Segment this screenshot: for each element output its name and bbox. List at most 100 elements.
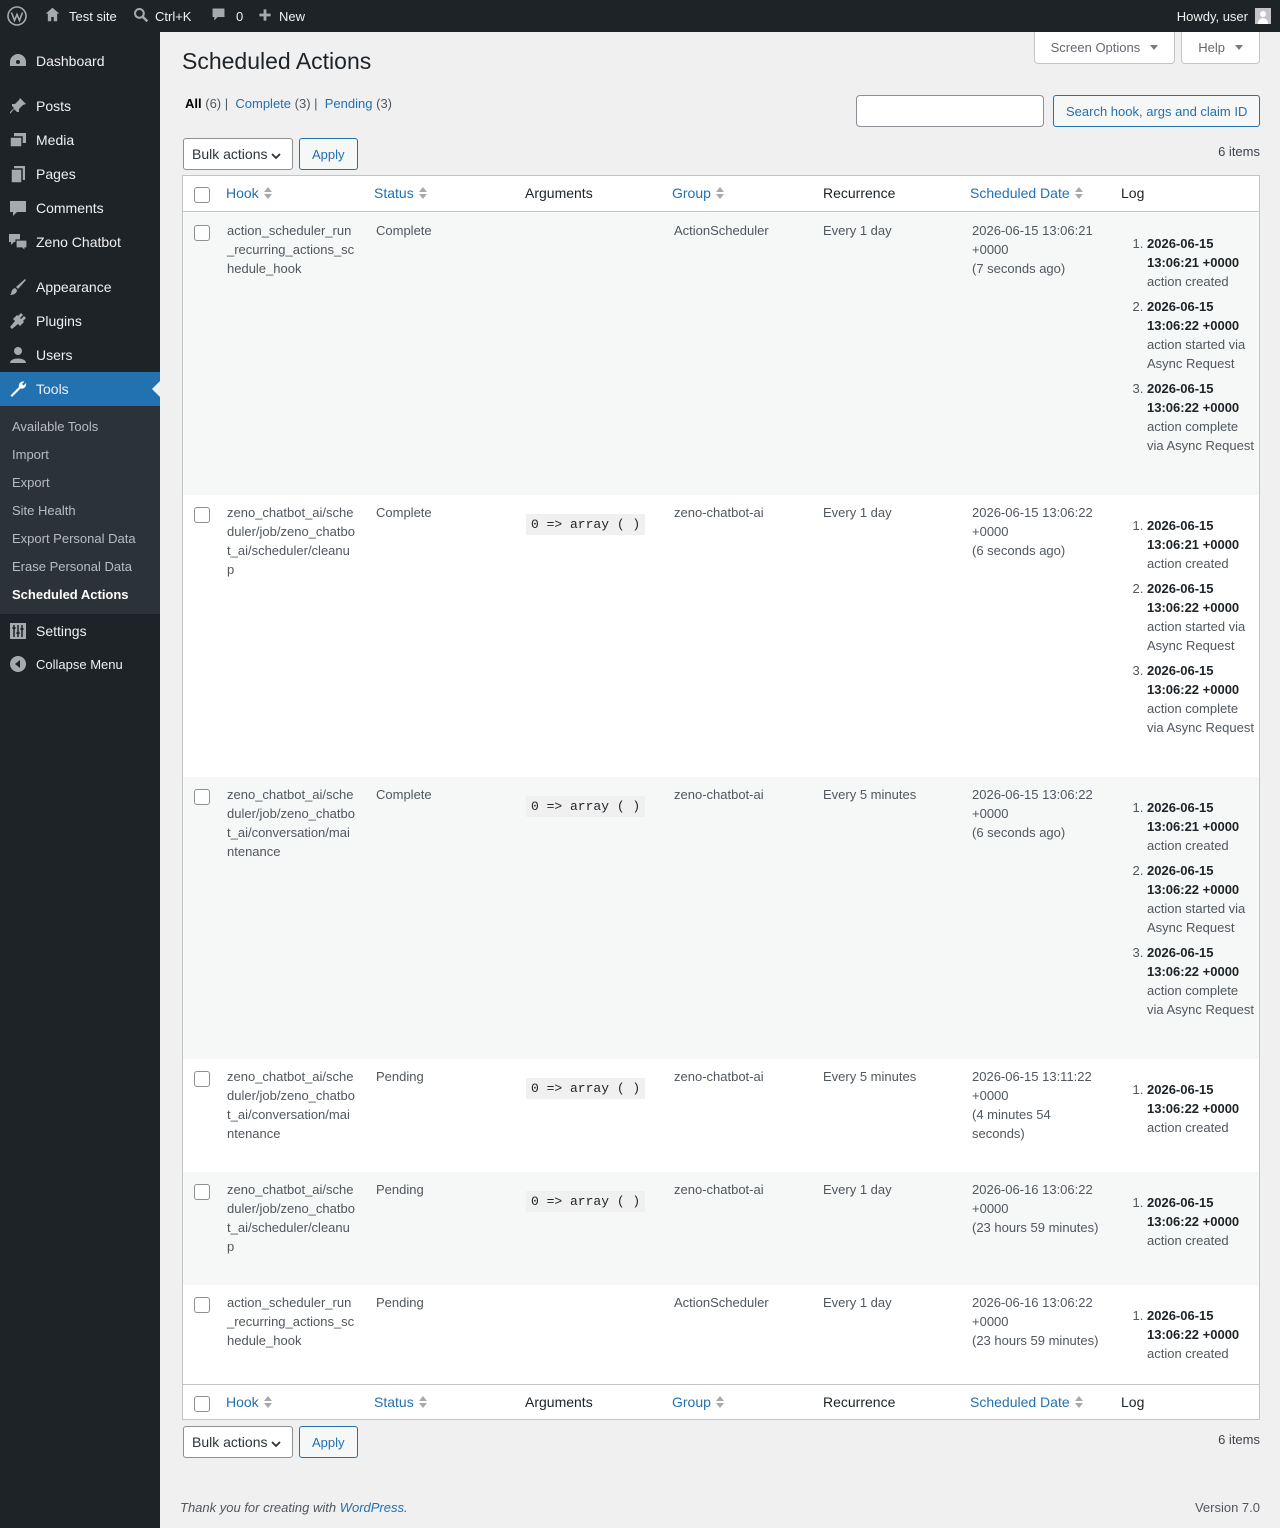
- status-filter-links: All (6) | Complete (3) | Pending (3): [185, 96, 392, 111]
- row-scheduled-date: 2026-06-15 13:06:22 +0000 (6 seconds ago…: [972, 505, 1093, 558]
- sidebar-item-pages[interactable]: Pages: [0, 157, 160, 191]
- row-checkbox[interactable]: [194, 1184, 210, 1200]
- comments-link[interactable]: 0: [210, 0, 243, 32]
- filter-pending-link[interactable]: Pending: [325, 96, 373, 111]
- admin-bar: Test site Ctrl+K 0 New Howdy, user: [0, 0, 1280, 32]
- screen-options-button[interactable]: Screen Options: [1033, 32, 1176, 64]
- submenu-item-export[interactable]: Export: [0, 469, 160, 497]
- wordpress-logo-icon[interactable]: [7, 0, 27, 32]
- pin-icon: [8, 96, 28, 116]
- column-recurrence: Recurrence: [823, 1394, 896, 1410]
- row-status: Pending: [376, 1295, 424, 1310]
- chevron-down-icon: [270, 149, 282, 165]
- footer-version: Version 7.0: [1194, 1500, 1260, 1515]
- row-log: 2026-06-15 13:06:21 +0000action created …: [1121, 234, 1257, 461]
- table-footer: Hook Status Arguments Group Recurrence S…: [183, 1384, 1259, 1420]
- row-status: Complete: [376, 505, 432, 520]
- search-box: Search hook, args and claim ID: [856, 95, 1261, 127]
- submenu-item-import[interactable]: Import: [0, 441, 160, 469]
- row-recurrence: Every 5 minutes: [823, 1069, 917, 1084]
- sort-arrows-icon: [1074, 185, 1084, 201]
- caret-down-icon: [1150, 45, 1159, 50]
- log-entry: 2026-06-15 13:06:22 +0000action created: [1147, 1193, 1257, 1250]
- row-checkbox[interactable]: [194, 507, 210, 523]
- select-all-checkbox[interactable]: [194, 187, 210, 203]
- apply-button[interactable]: Apply: [299, 138, 358, 170]
- tools-submenu: Available Tools Import Export Site Healt…: [0, 406, 160, 614]
- wrench-icon: [8, 379, 28, 399]
- select-all-checkbox[interactable]: [194, 1396, 210, 1412]
- table-row: zeno_chatbot_ai/scheduler/job/zeno_chatb…: [183, 1172, 1259, 1285]
- search-input[interactable]: [856, 95, 1044, 127]
- column-scheduled-date-sort[interactable]: Scheduled Date: [970, 1394, 1084, 1410]
- column-scheduled-date-sort[interactable]: Scheduled Date: [970, 185, 1084, 201]
- filter-complete-count: (3): [294, 96, 311, 111]
- submenu-item-site-health[interactable]: Site Health: [0, 497, 160, 525]
- wordpress-link[interactable]: WordPress: [340, 1500, 404, 1515]
- column-group-sort[interactable]: Group: [672, 185, 725, 201]
- bulk-actions-select[interactable]: Bulk actions: [183, 138, 293, 170]
- items-count: 6 items: [1218, 1432, 1260, 1447]
- row-checkbox[interactable]: [194, 1297, 210, 1313]
- column-group-sort[interactable]: Group: [672, 1394, 725, 1410]
- row-checkbox[interactable]: [194, 225, 210, 241]
- comment-icon: [210, 6, 227, 26]
- submenu-item-available-tools[interactable]: Available Tools: [0, 413, 160, 441]
- row-status: Pending: [376, 1182, 424, 1197]
- sidebar-item-tools[interactable]: Tools: [0, 372, 160, 406]
- row-group: zeno-chatbot-ai: [674, 1069, 764, 1084]
- sidebar-item-zeno-chatbot[interactable]: Zeno Chatbot: [0, 225, 160, 259]
- chat-icon: [8, 232, 28, 253]
- bulk-actions-select[interactable]: Bulk actions: [183, 1426, 293, 1458]
- column-hook-sort[interactable]: Hook: [226, 1394, 273, 1410]
- pages-icon: [8, 164, 28, 184]
- column-hook-sort[interactable]: Hook: [226, 185, 273, 201]
- sidebar-item-posts[interactable]: Posts: [0, 89, 160, 123]
- sidebar-item-comments[interactable]: Comments: [0, 191, 160, 225]
- apply-button[interactable]: Apply: [299, 1426, 358, 1458]
- row-log: 2026-06-15 13:06:21 +0000action created …: [1121, 516, 1257, 743]
- column-recurrence: Recurrence: [823, 185, 896, 201]
- sort-arrows-icon: [715, 1394, 725, 1410]
- row-status: Complete: [376, 223, 432, 238]
- sort-arrows-icon: [263, 185, 273, 201]
- help-button[interactable]: Help: [1181, 32, 1260, 64]
- filter-complete-link[interactable]: Complete: [235, 96, 291, 111]
- submenu-item-export-personal-data[interactable]: Export Personal Data: [0, 525, 160, 553]
- plugin-icon: [8, 311, 28, 331]
- row-checkbox[interactable]: [194, 1071, 210, 1087]
- sidebar-item-appearance[interactable]: Appearance: [0, 270, 160, 304]
- column-status-sort[interactable]: Status: [374, 1394, 428, 1410]
- row-arguments: 0 => array ( ): [526, 796, 646, 817]
- collapse-menu-button[interactable]: Collapse Menu: [0, 647, 160, 681]
- sort-arrows-icon: [263, 1394, 273, 1410]
- sort-arrows-icon: [418, 1394, 428, 1410]
- column-status-sort[interactable]: Status: [374, 185, 428, 201]
- sidebar-item-users[interactable]: Users: [0, 338, 160, 372]
- sidebar-item-dashboard[interactable]: Dashboard: [0, 44, 160, 78]
- log-entry: 2026-06-15 13:06:21 +0000action created: [1147, 234, 1257, 291]
- sidebar-item-settings[interactable]: Settings: [0, 614, 160, 648]
- row-group: ActionScheduler: [674, 1295, 769, 1310]
- table-row: action_scheduler_run_recurring_actions_s…: [183, 1285, 1259, 1384]
- column-arguments: Arguments: [525, 185, 593, 201]
- row-recurrence: Every 1 day: [823, 1295, 892, 1310]
- row-hook: zeno_chatbot_ai/scheduler/job/zeno_chatb…: [227, 787, 355, 859]
- caret-down-icon: [1235, 45, 1243, 50]
- search-button[interactable]: Search hook, args and claim ID: [1053, 95, 1261, 127]
- log-entry: 2026-06-15 13:06:21 +0000action created: [1147, 798, 1257, 855]
- my-account-link[interactable]: Howdy, user: [1177, 0, 1271, 32]
- row-checkbox[interactable]: [194, 789, 210, 805]
- submenu-item-scheduled-actions[interactable]: Scheduled Actions: [0, 581, 160, 609]
- filter-all-link[interactable]: All: [185, 96, 202, 111]
- command-palette-link[interactable]: Ctrl+K: [133, 0, 191, 32]
- submenu-item-erase-personal-data[interactable]: Erase Personal Data: [0, 553, 160, 581]
- sort-arrows-icon: [1074, 1394, 1084, 1410]
- sidebar-item-plugins[interactable]: Plugins: [0, 304, 160, 338]
- row-scheduled-date: 2026-06-16 13:06:22 +0000 (23 hours 59 m…: [972, 1295, 1099, 1348]
- site-name-link[interactable]: Test site: [44, 0, 117, 32]
- new-content-link[interactable]: New: [258, 0, 305, 32]
- row-group: zeno-chatbot-ai: [674, 787, 764, 802]
- page-title: Scheduled Actions: [182, 48, 372, 74]
- sidebar-item-media[interactable]: Media: [0, 123, 160, 157]
